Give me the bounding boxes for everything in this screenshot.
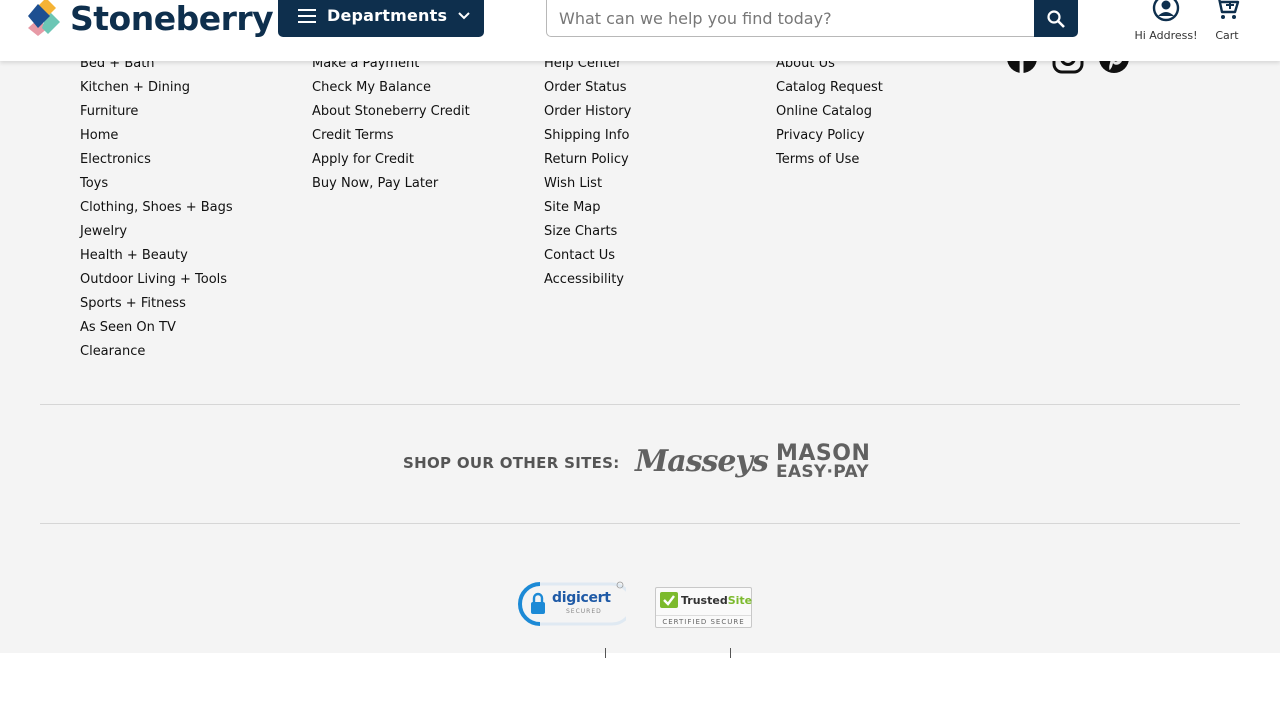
footer-link[interactable]: Return Policy [544,148,631,172]
digicert-name: digicert [552,590,611,606]
footer-link[interactable]: Clothing, Shoes + Bags [80,196,233,220]
other-sites-label: SHOP OUR OTHER SITES: [403,454,620,472]
footer-link[interactable]: Toys [80,172,233,196]
footer-link[interactable]: Health + Beauty [80,244,233,268]
footer-link[interactable]: Catalog Request [776,76,883,100]
account-icon [1152,0,1180,22]
trustedsite-name: TrustedSite [681,594,752,607]
footer-link[interactable]: Check My Balance [312,76,470,100]
search-button[interactable] [1034,0,1078,37]
footer-divider [40,404,1240,405]
checkmark-icon [660,592,678,608]
footer-link[interactable]: Accessibility [544,268,631,292]
stoneberry-logo[interactable]: Stoneberry [24,0,274,40]
other-sites-section: SHOP OUR OTHER SITES: Masseys MASON EASY… [0,440,1280,486]
footer-column-help: Help Center Order Status Order History S… [544,52,631,292]
logo-text: Stoneberry [70,0,274,38]
menu-icon [298,8,316,23]
footer-link[interactable]: Home [80,124,233,148]
footer-divider [40,523,1240,524]
footer-link[interactable]: About Stoneberry Credit [312,100,470,124]
chevron-down-icon [458,11,470,19]
footer-link[interactable]: Electronics [80,148,233,172]
search-bar [546,0,1078,37]
trustedsite-badge[interactable]: TrustedSite CERTIFIED SECURE [655,587,752,628]
footer-separator [730,648,731,658]
footer-link[interactable]: As Seen On TV [80,316,233,340]
footer-link[interactable]: Clearance [80,340,233,364]
footer-link[interactable]: Outdoor Living + Tools [80,268,233,292]
digicert-secured: SECURED [566,608,602,615]
footer-link[interactable]: Apply for Credit [312,148,470,172]
mason-logo-line1: MASON [776,441,871,466]
search-icon [1047,9,1065,28]
account-link[interactable]: Hi Address! [1130,0,1202,42]
footer-link[interactable]: Jewelry [80,220,233,244]
footer-link[interactable]: Order History [544,100,631,124]
departments-label: Departments [327,6,448,25]
cart-label: Cart [1215,29,1239,42]
footer-link[interactable]: Kitchen + Dining [80,76,233,100]
digicert-badge[interactable]: digicert SECURED [516,580,634,628]
footer-column-company: About Us Catalog Request Online Catalog … [776,52,883,172]
footer-link[interactable]: Site Map [544,196,631,220]
footer-separator [605,648,606,658]
mason-logo-line2: EASY·PAY [776,462,869,482]
trustedsite-certified: CERTIFIED SECURE [656,615,751,626]
site-header: Stoneberry Departments Hi Address! [0,0,1280,61]
trustedsite-name-part1: Trusted [681,593,728,607]
footer-link[interactable]: Terms of Use [776,148,883,172]
footer-link[interactable]: Online Catalog [776,100,883,124]
mason-easy-pay-logo[interactable]: MASON EASY·PAY [776,441,871,482]
account-label: Hi Address! [1134,29,1198,42]
search-input[interactable] [546,0,1034,37]
footer-link[interactable]: Privacy Policy [776,124,883,148]
departments-button[interactable]: Departments [278,0,484,37]
footer-link[interactable]: Sports + Fitness [80,292,233,316]
cart-link[interactable]: Cart [1208,0,1246,42]
footer-column-credit: Make a Payment Check My Balance About St… [312,52,470,196]
footer-column-departments: Bed + Bath Kitchen + Dining Furniture Ho… [80,52,233,364]
footer-link[interactable]: Furniture [80,100,233,124]
footer-link[interactable]: Size Charts [544,220,631,244]
footer-link[interactable]: Contact Us [544,244,631,268]
footer-link[interactable]: Credit Terms [312,124,470,148]
footer-link[interactable]: Order Status [544,76,631,100]
cart-icon [1218,0,1240,19]
trustedsite-name-part2: Site [727,593,753,607]
logo-mark-icon [24,0,68,40]
footer-link[interactable]: Wish List [544,172,631,196]
masseys-logo[interactable]: Masseys [635,444,769,479]
footer-link[interactable]: Shipping Info [544,124,631,148]
footer-link[interactable]: Buy Now, Pay Later [312,172,470,196]
